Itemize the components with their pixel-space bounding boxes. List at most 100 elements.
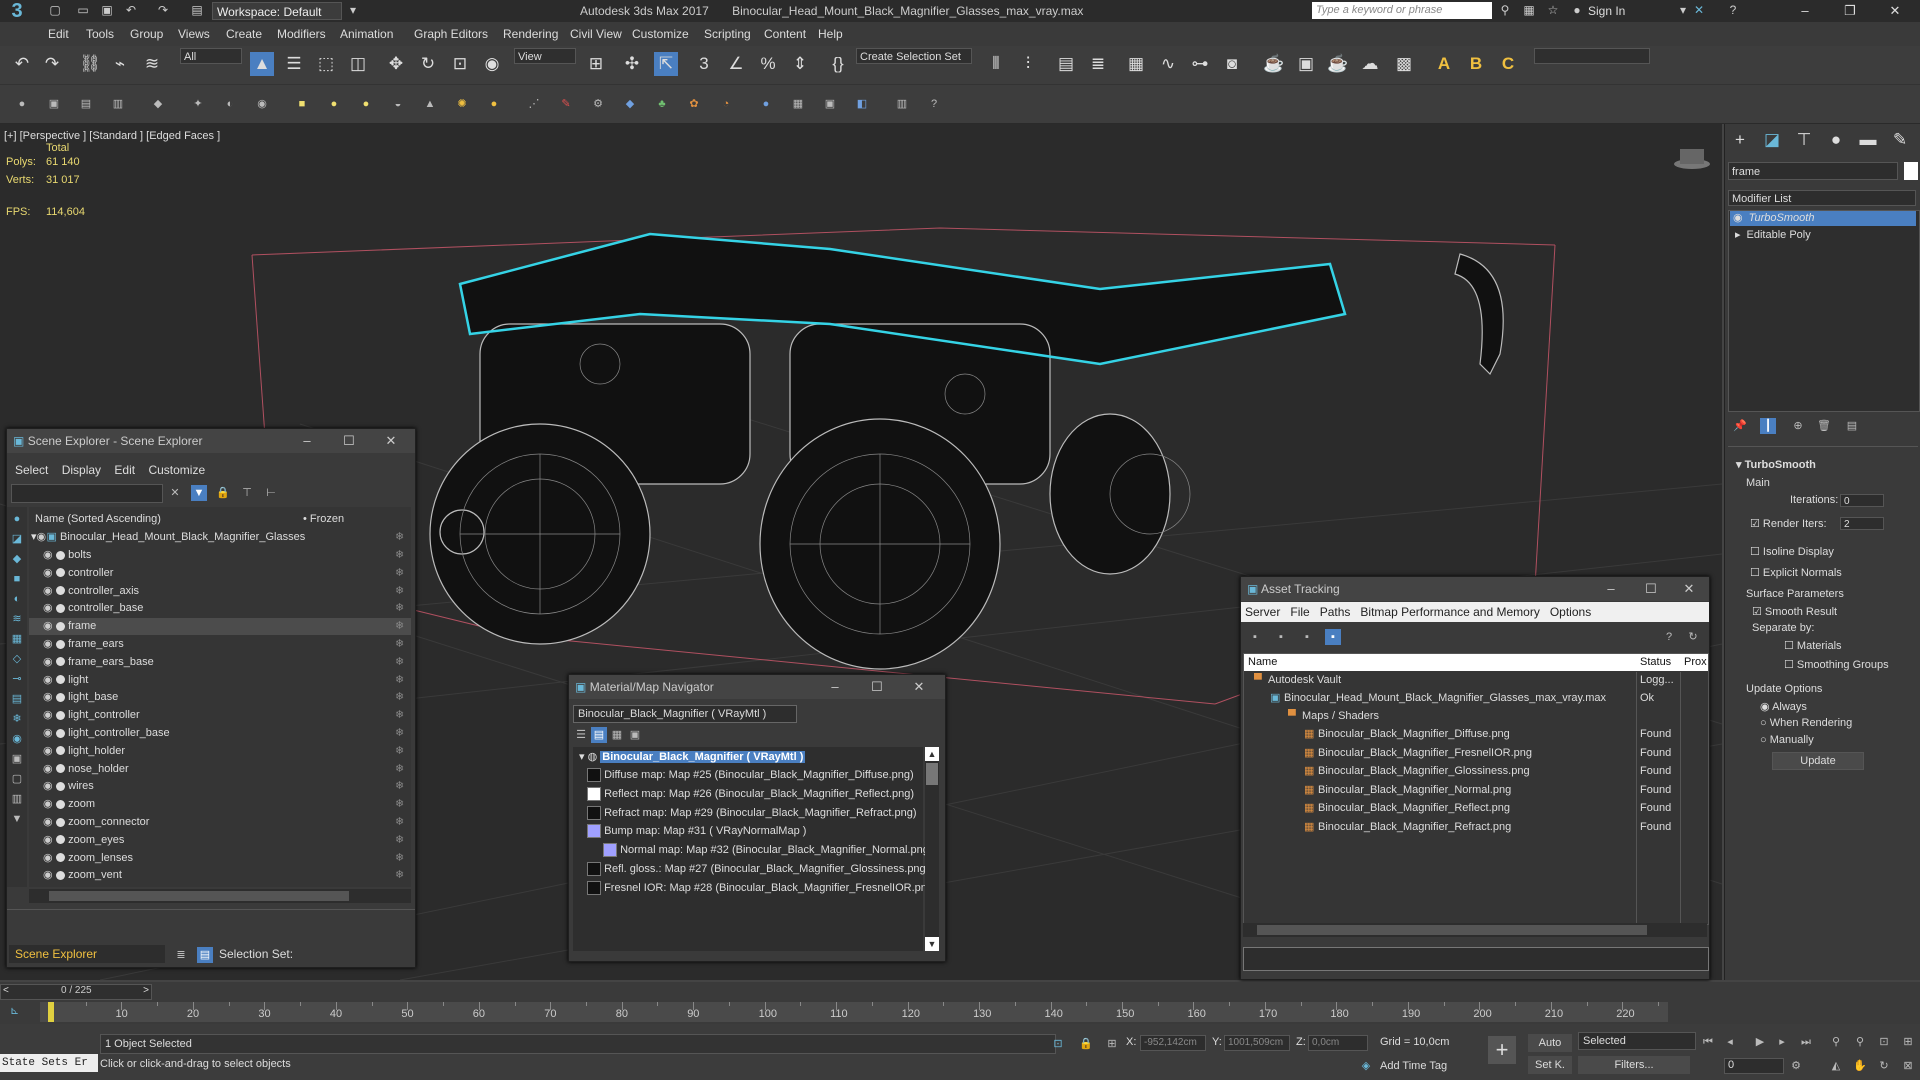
menu-customize[interactable]: Customize (632, 22, 689, 46)
frozen-icon[interactable]: ❄ (395, 565, 404, 582)
view-list-icon[interactable]: ☰ (573, 727, 589, 743)
object-name-field[interactable]: frame (1728, 162, 1898, 180)
clear-search-icon[interactable]: ✕ (167, 485, 183, 501)
subscription-icon[interactable]: ▦ (1522, 3, 1536, 17)
smoothing-groups-checkbox[interactable]: ☐ Smoothing Groups (1784, 658, 1889, 671)
select-by-name-icon[interactable]: ☰ (282, 52, 306, 76)
eye-icon[interactable]: ◉ (43, 600, 53, 617)
curve-editor-icon[interactable]: ∿ (1156, 52, 1180, 76)
eye-icon[interactable]: ◉ (43, 689, 53, 706)
display-frozen-icon[interactable]: ❄ (9, 711, 25, 727)
set-key-button[interactable]: Set K. (1528, 1056, 1572, 1074)
pin-stack-icon[interactable]: 📌 (1732, 418, 1748, 434)
menu-tools[interactable]: Tools (86, 22, 114, 46)
display-shapes-icon[interactable]: ◪ (9, 531, 25, 547)
frozen-icon[interactable]: ❄ (395, 672, 404, 689)
material-map-row[interactable]: Normal map: Map #32 (Binocular_Black_Mag… (573, 842, 932, 859)
display-none-icon[interactable]: ▢ (9, 771, 25, 787)
utilities-tab-icon[interactable]: ✎ (1888, 128, 1912, 152)
menu-scripting[interactable]: Scripting (704, 22, 751, 46)
maximize-button[interactable]: ☐ (1631, 577, 1671, 601)
menu-file[interactable]: File (1290, 605, 1309, 619)
menu-modifiers[interactable]: Modifiers (277, 22, 326, 46)
vray-geometry-icon[interactable]: ◆ (622, 96, 638, 112)
frozen-icon[interactable]: ❄ (395, 850, 404, 867)
scene-explorer-name-dropdown[interactable]: Scene Explorer (9, 945, 165, 963)
vray-toolbar-icon[interactable]: ● (14, 96, 30, 112)
table-row[interactable]: ▦ Binocular_Black_Magnifier_Normal.png Fou… (1244, 782, 1708, 799)
vray-light-icon[interactable]: ● (326, 96, 342, 112)
scene-item-row[interactable]: ◉ light_controller_base ❄ (29, 725, 411, 742)
rectangular-selection-icon[interactable]: ⬚ (314, 52, 338, 76)
save-icon[interactable]: ▣ (100, 3, 114, 17)
asset-horizontal-scrollbar[interactable] (1243, 923, 1707, 937)
vray-toolbar-icon[interactable]: ▣ (46, 96, 62, 112)
menu-rendering[interactable]: Rendering (503, 22, 558, 46)
viewport-label[interactable]: [+] [Perspective ] [Standard ] [Edged Fa… (4, 130, 220, 142)
menu-edit[interactable]: Edit (48, 22, 69, 46)
scrollbar-thumb[interactable] (49, 891, 349, 901)
menu-graph-editors[interactable]: Graph Editors (414, 22, 488, 46)
scene-item-row[interactable]: ◉ frame ❄ (29, 618, 411, 636)
filter-icon[interactable]: ▼ (191, 485, 207, 501)
stack-item-turbosmooth[interactable]: ◉ TurboSmooth (1730, 211, 1916, 226)
isoline-checkbox[interactable]: ☐ Isoline Display (1750, 545, 1834, 558)
named-selection-set-dropdown[interactable]: Create Selection Set (856, 48, 972, 64)
help-icon[interactable]: ? (1661, 629, 1677, 645)
frozen-icon[interactable]: ❄ (395, 547, 404, 564)
scrollbar-thumb[interactable] (926, 763, 938, 785)
vray-a-icon[interactable]: A (1432, 52, 1456, 76)
time-tag-icon[interactable]: ◈ (1358, 1058, 1374, 1074)
vray-light-icon[interactable]: ● (358, 96, 374, 112)
binoculars-icon[interactable]: ⚲ (1498, 3, 1512, 17)
vray-geometry-icon[interactable]: ⋰ (526, 96, 542, 112)
frozen-icon[interactable]: ❄ (395, 707, 404, 724)
vray-geometry-icon[interactable]: ◔ (718, 96, 734, 112)
frozen-icon[interactable]: ❄ (395, 618, 404, 635)
vray-tool-icon[interactable]: ● (758, 96, 774, 112)
keyboard-shortcut-override-icon[interactable]: ⇱ (654, 52, 678, 76)
col-name[interactable]: Name (Sorted Ascending) (35, 513, 161, 525)
chevron-right-icon[interactable]: > (143, 985, 149, 996)
vray-ies-icon[interactable]: ● (486, 96, 502, 112)
collapse-icon[interactable]: ▾ (579, 751, 585, 763)
next-frame-icon[interactable]: ▸ (1774, 1034, 1790, 1050)
vray-toolbar-icon[interactable]: ◆ (150, 96, 166, 112)
view-large-icons-icon[interactable]: ▣ (627, 727, 643, 743)
eye-icon[interactable]: ◉ (43, 778, 53, 795)
close-button[interactable]: ✕ (899, 675, 939, 699)
menu-customize[interactable]: Customize (148, 463, 205, 477)
absolute-mode-icon[interactable]: ⊞ (1104, 1036, 1120, 1052)
minimize-button[interactable]: – (815, 675, 855, 699)
add-time-tag[interactable]: Add Time Tag (1380, 1060, 1447, 1072)
frozen-icon[interactable]: ❄ (395, 725, 404, 742)
remove-modifier-icon[interactable]: 🗑 (1816, 418, 1832, 434)
vray-light-icon[interactable]: ▲ (422, 96, 438, 112)
scene-item-row[interactable]: ◉ light_controller ❄ (29, 707, 411, 724)
maximize-button[interactable]: ☐ (329, 429, 369, 453)
toolbar-extra-dropdown[interactable] (1534, 48, 1650, 64)
eye-icon[interactable]: ◉ (37, 529, 47, 546)
material-map-row[interactable]: Refl. gloss.: Map #27 (Binocular_Black_M… (573, 861, 929, 878)
edit-named-selection-icon[interactable]: {} (826, 52, 850, 76)
display-geometry-icon[interactable]: ● (9, 511, 25, 527)
tree-view-icon[interactable]: ▪ (1273, 629, 1289, 645)
hierarchy-icon[interactable]: ⊤ (239, 485, 255, 501)
eye-icon[interactable]: ◉ (43, 583, 53, 600)
unlink-icon[interactable]: ⌁ (108, 52, 132, 76)
render-setup-icon[interactable]: ☕ (1262, 52, 1286, 76)
percent-snap-icon[interactable]: % (756, 52, 780, 76)
link-icon[interactable]: ⛓ (78, 52, 102, 76)
z-coordinate[interactable]: 0,0cm (1308, 1035, 1368, 1051)
frozen-icon[interactable]: ❄ (395, 832, 404, 849)
select-object-icon[interactable]: ▲ (250, 52, 274, 76)
detail-view-icon[interactable]: ▪ (1325, 629, 1341, 645)
chevron-down-icon[interactable]: ▾ (1676, 3, 1690, 17)
close-button[interactable]: ✕ (1880, 0, 1910, 22)
scene-root-row[interactable]: ▾◉▣ Binocular_Head_Mount_Black_Magnifier… (29, 529, 411, 546)
render-in-cloud-icon[interactable]: ☁ (1358, 52, 1382, 76)
eye-icon[interactable]: ◉ (43, 796, 53, 813)
table-row[interactable]: ▦ Binocular_Black_Magnifier_Reflect.png Fo… (1244, 800, 1708, 817)
eye-icon[interactable]: ◉ (1733, 212, 1743, 224)
display-cameras-icon[interactable]: ■ (9, 571, 25, 587)
